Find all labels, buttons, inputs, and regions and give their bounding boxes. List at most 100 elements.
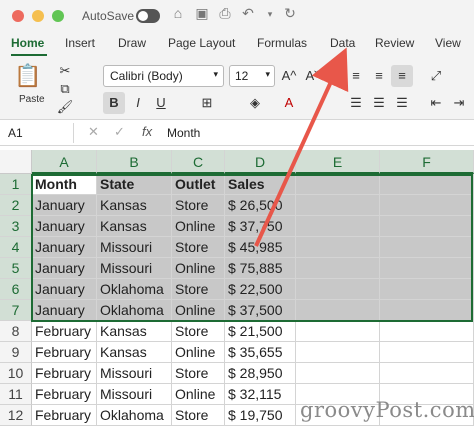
cell-a10[interactable]: February — [32, 363, 97, 384]
cell-c11[interactable]: Online — [172, 384, 225, 405]
cell-c7[interactable]: Online — [172, 300, 225, 321]
cell-f3[interactable] — [380, 216, 474, 237]
cell-b3[interactable]: Kansas — [97, 216, 172, 237]
cell-b8[interactable]: Kansas — [97, 321, 172, 342]
confirm-icon[interactable]: ✓ — [114, 124, 125, 140]
refresh-icon[interactable]: ↻ — [280, 5, 300, 22]
cell-e3[interactable] — [296, 216, 380, 237]
spreadsheet-grid[interactable]: ABCDEF 1 Month State Outlet Sales 2 January Kan… — [0, 150, 474, 428]
cell-f5[interactable] — [380, 258, 474, 279]
cell-d5[interactable]: $ 75,885 — [225, 258, 296, 279]
cell-c3[interactable]: Online — [172, 216, 225, 237]
font-size-select[interactable]: 12 ▾ — [229, 65, 275, 87]
tab-view[interactable]: View — [435, 36, 461, 50]
cell-c1[interactable]: Outlet — [172, 174, 225, 195]
minimize-window-button[interactable] — [32, 10, 44, 22]
cell-b11[interactable]: Missouri — [97, 384, 172, 405]
cell-a5[interactable]: January — [32, 258, 97, 279]
column-header-f[interactable]: F — [380, 150, 474, 174]
cell-c9[interactable]: Online — [172, 342, 225, 363]
column-header-a[interactable]: A — [32, 150, 97, 174]
row-header-3[interactable]: 3 — [0, 216, 32, 237]
cell-b2[interactable]: Kansas — [97, 195, 172, 216]
cell-f9[interactable] — [380, 342, 474, 363]
column-header-c[interactable]: C — [172, 150, 225, 174]
cell-b4[interactable]: Missouri — [97, 237, 172, 258]
cell-e2[interactable] — [296, 195, 380, 216]
tab-review[interactable]: Review — [375, 36, 414, 50]
cell-e7[interactable] — [296, 300, 380, 321]
row-header-9[interactable]: 9 — [0, 342, 32, 363]
italic-button[interactable]: I — [127, 92, 149, 114]
cell-d7[interactable]: $ 37,500 — [225, 300, 296, 321]
cell-a7[interactable]: January — [32, 300, 97, 321]
print-icon[interactable]: ⎙ — [215, 5, 235, 22]
cell-b9[interactable]: Kansas — [97, 342, 172, 363]
row-header-5[interactable]: 5 — [0, 258, 32, 279]
tab-data[interactable]: Data — [330, 36, 355, 50]
cell-f6[interactable] — [380, 279, 474, 300]
cell-c5[interactable]: Online — [172, 258, 225, 279]
cell-d4[interactable]: $ 45,985 — [225, 237, 296, 258]
row-header-8[interactable]: 8 — [0, 321, 32, 342]
cell-f4[interactable] — [380, 237, 474, 258]
increase-font-size-button[interactable]: A^ — [278, 65, 300, 87]
borders-icon[interactable]: ⊞ — [196, 92, 218, 114]
cell-f10[interactable] — [380, 363, 474, 384]
cell-d2[interactable]: $ 26,500 — [225, 195, 296, 216]
row-header-10[interactable]: 10 — [0, 363, 32, 384]
cell-f1[interactable] — [380, 174, 474, 195]
row-header-1[interactable]: 1 — [0, 174, 32, 195]
cell-f7[interactable] — [380, 300, 474, 321]
cell-a9[interactable]: February — [32, 342, 97, 363]
cell-f2[interactable] — [380, 195, 474, 216]
cell-b12[interactable]: Oklahoma — [97, 405, 172, 426]
cell-c2[interactable]: Store — [172, 195, 225, 216]
align-middle-icon[interactable]: ≡ — [368, 65, 390, 87]
cell-a1[interactable]: Month — [32, 174, 97, 195]
cell-e1[interactable] — [296, 174, 380, 195]
save-icon[interactable]: ▣ — [192, 5, 212, 22]
bold-button[interactable]: B — [103, 92, 125, 114]
cell-d10[interactable]: $ 28,950 — [225, 363, 296, 384]
row-header-2[interactable]: 2 — [0, 195, 32, 216]
home-icon[interactable]: ⌂ — [168, 5, 188, 21]
cell-e8[interactable] — [296, 321, 380, 342]
cell-b5[interactable]: Missouri — [97, 258, 172, 279]
column-header-b[interactable]: B — [97, 150, 172, 174]
tab-home[interactable]: Home — [11, 36, 44, 50]
row-header-4[interactable]: 4 — [0, 237, 32, 258]
cell-a2[interactable]: January — [32, 195, 97, 216]
cell-b1[interactable]: State — [97, 174, 172, 195]
zoom-window-button[interactable] — [52, 10, 64, 22]
cell-e4[interactable] — [296, 237, 380, 258]
cell-a8[interactable]: February — [32, 321, 97, 342]
cell-c8[interactable]: Store — [172, 321, 225, 342]
orientation-icon[interactable]: ⤢ — [425, 65, 447, 87]
tab-insert[interactable]: Insert — [65, 36, 95, 50]
paste-icon[interactable]: 📋 — [14, 62, 42, 90]
cancel-icon[interactable]: ✕ — [88, 124, 99, 140]
cell-d9[interactable]: $ 35,655 — [225, 342, 296, 363]
cell-c10[interactable]: Store — [172, 363, 225, 384]
tab-page-layout[interactable]: Page Layout — [168, 36, 235, 50]
cell-b6[interactable]: Oklahoma — [97, 279, 172, 300]
cell-e9[interactable] — [296, 342, 380, 363]
cell-e10[interactable] — [296, 363, 380, 384]
cell-d3[interactable]: $ 37,750 — [225, 216, 296, 237]
cell-d6[interactable]: $ 22,500 — [225, 279, 296, 300]
cell-a6[interactable]: January — [32, 279, 97, 300]
cell-d11[interactable]: $ 32,115 — [225, 384, 296, 405]
cell-a12[interactable]: February — [32, 405, 97, 426]
row-header-7[interactable]: 7 — [0, 300, 32, 321]
cell-d1[interactable]: Sales — [225, 174, 296, 195]
undo-icon[interactable]: ↶ — [238, 5, 258, 22]
tab-draw[interactable]: Draw — [118, 36, 146, 50]
cell-e6[interactable] — [296, 279, 380, 300]
cell-f8[interactable] — [380, 321, 474, 342]
undo-dropdown-icon[interactable]: ▾ — [260, 9, 280, 20]
formula-input[interactable]: Month — [167, 126, 200, 140]
decrease-indent-icon[interactable]: ⇤ — [425, 92, 447, 114]
fill-color-icon[interactable]: ◈ — [244, 92, 266, 114]
cell-a4[interactable]: January — [32, 237, 97, 258]
